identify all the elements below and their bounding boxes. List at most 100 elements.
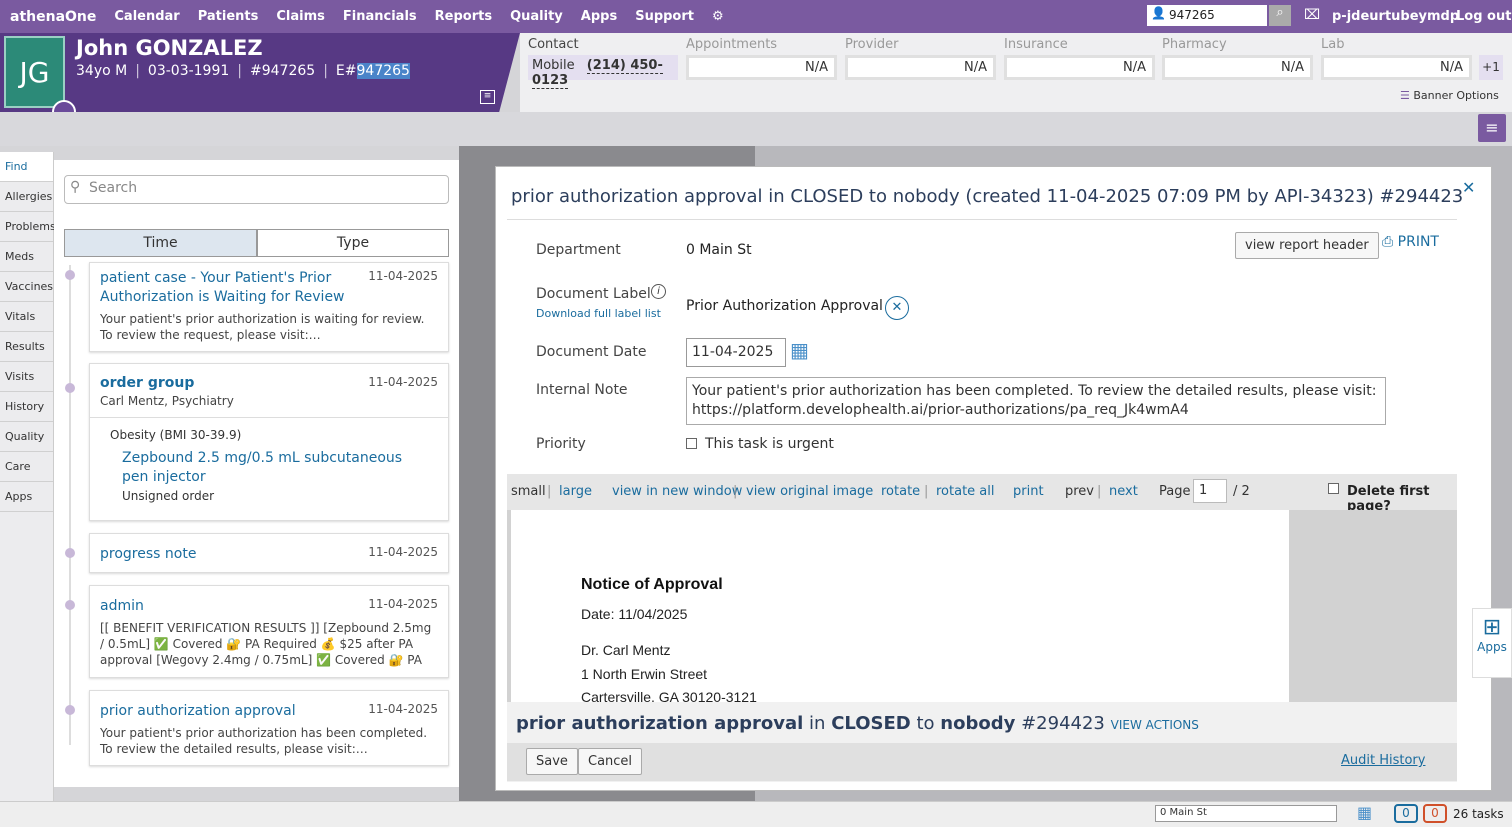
leftnav-care[interactable]: Care (0, 452, 53, 482)
timeline-dot (65, 705, 75, 715)
doc-heading: Notice of Approval (581, 576, 723, 593)
contact-mobile[interactable]: Mobile (214) 450-0123 (528, 55, 678, 89)
order-link[interactable]: Zepbound 2.5 mg/0.5 mL subcutaneous pen … (122, 449, 412, 487)
leftnav-vitals[interactable]: Vitals (0, 302, 53, 332)
document-date-input[interactable]: 11-04-2025 (686, 338, 786, 367)
view-report-header-button[interactable]: view report header (1235, 232, 1379, 259)
leftnav-apps[interactable]: Apps (0, 482, 53, 512)
more-badge[interactable]: +1 (1479, 55, 1503, 80)
timeline-dot (65, 600, 75, 610)
leftnav-quality[interactable]: Quality (0, 422, 53, 452)
list-item[interactable]: patient case - Your Patient's Prior Auth… (89, 262, 449, 352)
nav-apps[interactable]: Apps (581, 9, 617, 24)
rotate-link[interactable]: rotate (881, 484, 920, 499)
leftnav-allergies[interactable]: Allergies (0, 182, 53, 212)
close-icon[interactable]: ✕ (1462, 178, 1475, 197)
view-actions-link[interactable]: VIEW ACTIONS (1111, 718, 1199, 732)
internal-note-label: Internal Note (536, 382, 628, 398)
leftnav-history[interactable]: History (0, 392, 53, 422)
button-bar (507, 743, 1457, 781)
person-icon: 👤 (1151, 6, 1166, 20)
apps-grid-icon: ⊞ (1482, 615, 1502, 640)
banner-options[interactable]: ☰ Banner Options (1400, 89, 1499, 102)
notes-icon[interactable]: ≡ (480, 90, 495, 104)
provider-label: Provider (845, 37, 899, 52)
pharmacy-value[interactable]: N/A (1162, 55, 1313, 80)
audit-history-link[interactable]: Audit History (1341, 753, 1425, 768)
cancel-button[interactable]: Cancel (578, 748, 643, 775)
count-badge-orange[interactable]: 0 (1423, 804, 1447, 823)
internal-note-field[interactable]: Your patient's prior authorization has b… (686, 377, 1386, 425)
department-select[interactable]: 0 Main St (1155, 805, 1337, 822)
bookmark-icon[interactable]: ⌧ (1304, 7, 1320, 23)
leftnav-find[interactable]: Find (0, 152, 53, 182)
settings-gear-icon[interactable]: ⚙ (712, 9, 724, 24)
nav-quality[interactable]: Quality (510, 9, 563, 24)
nav-claims[interactable]: Claims (276, 9, 325, 24)
leftnav-vaccines[interactable]: Vaccines (0, 272, 53, 302)
calendar-icon[interactable]: ▦ (790, 338, 809, 362)
nav-financials[interactable]: Financials (343, 9, 417, 24)
print-link[interactable]: print (1013, 484, 1044, 499)
calendar-icon[interactable]: ▦ (1357, 803, 1372, 822)
doc-date: Date: 11/04/2025 (581, 606, 688, 622)
department-value: 0 Main St (686, 242, 752, 258)
doc-line: Cartersville, GA 30120-3121 (581, 689, 757, 702)
user-name[interactable]: p-jdeurtubeymdp (1332, 9, 1459, 24)
timeline-dot (65, 383, 75, 393)
logout-link[interactable]: Log out (1456, 9, 1511, 24)
leftnav-results[interactable]: Results (0, 332, 53, 362)
clear-label-icon[interactable]: ✕ (885, 296, 909, 320)
prev-link[interactable]: prev (1065, 484, 1094, 499)
urgent-checkbox[interactable] (686, 438, 697, 449)
list-item[interactable]: admin 11-04-2025 [[ BENEFIT VERIFICATION… (89, 585, 449, 678)
page-total: / 2 (1233, 484, 1250, 499)
count-badge-blue[interactable]: 0 (1394, 804, 1418, 823)
view-new-window-link[interactable]: view in new window (612, 484, 742, 499)
lab-value[interactable]: N/A (1321, 55, 1472, 80)
pharmacy-label: Pharmacy (1162, 37, 1227, 52)
avatar[interactable]: JG (4, 36, 65, 108)
nav-calendar[interactable]: Calendar (114, 9, 179, 24)
provider-value[interactable]: N/A (845, 55, 996, 80)
save-button[interactable]: Save (526, 748, 578, 775)
timeline-dot (65, 270, 75, 280)
list-item[interactable]: progress note 11-04-2025 (89, 533, 449, 573)
size-small[interactable]: small (511, 484, 546, 499)
urgent-label: This task is urgent (705, 436, 834, 452)
tab-time[interactable]: Time (64, 229, 257, 257)
view-original-link[interactable]: view original image (746, 484, 873, 499)
nav-patients[interactable]: Patients (198, 9, 259, 24)
divider (507, 219, 1457, 220)
search-icon[interactable]: ⌕ (1269, 5, 1291, 26)
appointments-value[interactable]: N/A (686, 55, 837, 80)
print-button[interactable]: ⎙ PRINT (1382, 234, 1439, 250)
download-label-list-link[interactable]: Download full label list (536, 307, 661, 320)
delete-first-page-checkbox[interactable] (1328, 483, 1339, 494)
side-apps-button[interactable]: ⊞ Apps (1472, 608, 1512, 678)
leftnav-visits[interactable]: Visits (0, 362, 53, 392)
patient-age-sex: 34yo M (76, 63, 128, 79)
rotate-all-link[interactable]: rotate all (936, 484, 995, 499)
list-item[interactable]: prior authorization approval 11-04-2025 … (89, 690, 449, 766)
next-link[interactable]: next (1109, 484, 1138, 499)
size-large[interactable]: large (559, 484, 592, 499)
athena-logo[interactable]: athenaOne (10, 9, 96, 25)
timeline-line (69, 265, 71, 745)
nav-support[interactable]: Support (635, 9, 694, 24)
leftnav-meds[interactable]: Meds (0, 242, 53, 272)
insurance-value[interactable]: N/A (1004, 55, 1155, 80)
menu-icon[interactable]: ≡ (1478, 114, 1506, 142)
nav-reports[interactable]: Reports (435, 9, 492, 24)
list-item[interactable]: order group 11-04-2025 Carl Mentz, Psych… (89, 363, 449, 521)
page-number-input[interactable]: 1 (1193, 479, 1227, 503)
leftnav-problems[interactable]: Problems (0, 212, 56, 242)
appointments-label: Appointments (686, 37, 778, 52)
tasks-count[interactable]: 26 tasks (1453, 807, 1504, 821)
tab-type[interactable]: Type (257, 229, 449, 257)
patient-dob: 03-03-1991 (147, 63, 230, 79)
page-label: Page (1159, 484, 1191, 499)
find-search-input[interactable]: Search (64, 175, 449, 204)
patient-id: #947265 (250, 63, 316, 79)
info-icon[interactable]: i (651, 284, 666, 299)
